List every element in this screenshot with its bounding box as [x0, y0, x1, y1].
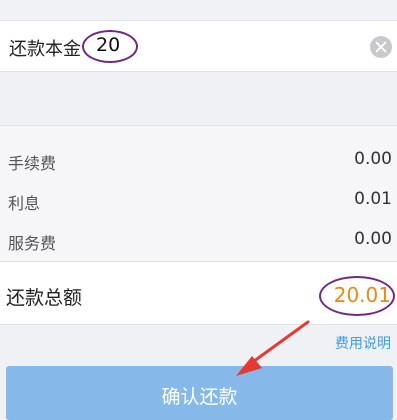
- fee-label-handling: 手续费: [8, 154, 57, 173]
- fee-value-handling: 0.00: [354, 149, 392, 169]
- fee-row-interest: 利息 0.01: [0, 182, 397, 218]
- principal-label: 还款本金: [9, 39, 81, 60]
- top-strip: [0, 0, 397, 20]
- total-row: 还款总额 20.01: [0, 262, 397, 325]
- annotation-arrow-icon: [236, 320, 310, 376]
- clear-icon[interactable]: [370, 36, 392, 58]
- fees-section: 手续费 0.00 利息 0.01 服务费 0.00: [0, 125, 397, 262]
- fee-explain-link[interactable]: 费用说明: [335, 333, 391, 353]
- confirm-repayment-button[interactable]: 确认还款: [6, 366, 393, 420]
- spacer: [0, 72, 397, 125]
- fee-row-service: 服务费 0.00: [0, 222, 397, 258]
- total-label: 还款总额: [6, 287, 83, 309]
- confirm-repayment-label: 确认还款: [161, 386, 238, 408]
- fee-label-interest: 利息: [8, 194, 41, 213]
- fee-value-service: 0.00: [354, 229, 392, 249]
- fee-value-interest: 0.01: [354, 189, 392, 209]
- principal-row: 还款本金 20: [0, 20, 397, 72]
- total-highlight-ellipse: [319, 276, 395, 316]
- principal-highlight-ellipse: [82, 30, 138, 63]
- fee-label-service: 服务费: [8, 234, 57, 253]
- fee-row-handling: 手续费 0.00: [0, 142, 397, 178]
